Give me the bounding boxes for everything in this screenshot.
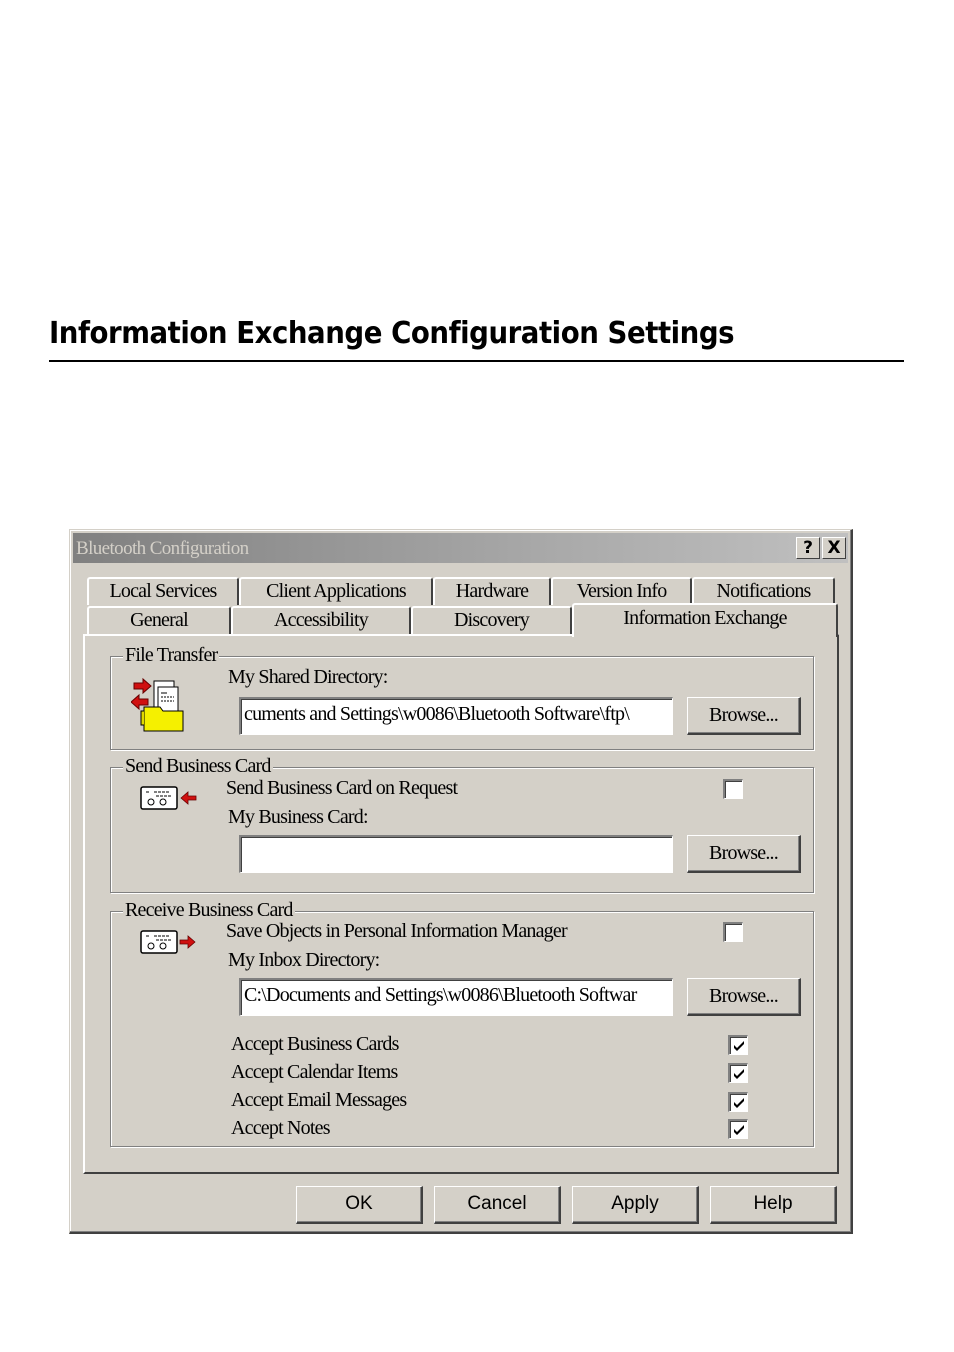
shared-directory-input[interactable]: cuments and Settings\w0086\Bluetooth Sof…	[239, 697, 673, 735]
tab-information-exchange[interactable]: Information Exchange	[572, 603, 838, 637]
tab-notifications[interactable]: Notifications	[692, 577, 835, 605]
checkmark-icon	[734, 1098, 744, 1108]
accept-email-messages-label: Accept Email Messages	[231, 1089, 407, 1111]
bluetooth-configuration-dialog: Bluetooth Configuration ? X Local Servic…	[69, 529, 853, 1234]
accept-email-messages-checkbox[interactable]	[728, 1092, 748, 1112]
heading-divider	[49, 360, 904, 362]
file-transfer-folder-icon	[131, 677, 184, 732]
dialog-title: Bluetooth Configuration	[76, 538, 249, 559]
tab-client-applications[interactable]: Client Applications	[239, 577, 433, 605]
accept-calendar-items-checkbox[interactable]	[728, 1063, 748, 1083]
inbox-directory-input[interactable]: C:\Documents and Settings\w0086\Bluetoot…	[239, 978, 673, 1016]
ok-button[interactable]: OK	[296, 1186, 423, 1224]
send-on-request-checkbox[interactable]	[723, 779, 743, 799]
tab-hardware[interactable]: Hardware	[433, 577, 551, 605]
accept-notes-label: Accept Notes	[231, 1117, 331, 1139]
apply-button[interactable]: Apply	[572, 1186, 699, 1224]
accept-notes-checkbox[interactable]	[728, 1119, 748, 1139]
receive-business-card-icon	[140, 930, 196, 954]
send-business-card-group: Send Business Card Send Business Card on…	[110, 755, 814, 893]
file-transfer-group-label: File Transfer	[123, 644, 220, 666]
tab-local-services[interactable]: Local Services	[87, 577, 239, 605]
cancel-button[interactable]: Cancel	[434, 1186, 561, 1224]
checkmark-icon	[734, 1125, 744, 1135]
file-transfer-group: File Transfer My Shared Directory: cumen…	[110, 644, 814, 750]
accept-business-cards-label: Accept Business Cards	[231, 1033, 399, 1055]
information-exchange-panel: File Transfer My Shared Directory: cumen…	[83, 634, 839, 1174]
accept-business-cards-checkbox[interactable]	[728, 1035, 748, 1055]
title-bar[interactable]: Bluetooth Configuration ? X	[73, 533, 848, 563]
tab-version-info[interactable]: Version Info	[551, 577, 692, 605]
my-business-card-input[interactable]	[239, 835, 673, 873]
accept-calendar-items-label: Accept Calendar Items	[231, 1061, 398, 1083]
my-business-card-label: My Business Card:	[228, 806, 369, 828]
receive-business-card-group-label: Receive Business Card	[123, 899, 295, 921]
tab-discovery[interactable]: Discovery	[411, 606, 572, 634]
close-title-button[interactable]: X	[822, 537, 846, 559]
save-pim-label: Save Objects in Personal Information Man…	[226, 920, 568, 942]
checkmark-icon	[734, 1069, 744, 1079]
inbox-directory-label: My Inbox Directory:	[228, 949, 380, 971]
help-title-button[interactable]: ?	[796, 537, 820, 559]
shared-directory-label: My Shared Directory:	[228, 666, 388, 688]
inbox-directory-browse-button[interactable]: Browse...	[687, 978, 801, 1016]
send-on-request-label: Send Business Card on Request	[226, 777, 458, 799]
page-heading: Information Exchange Configuration Setti…	[49, 316, 735, 351]
send-business-card-group-label: Send Business Card	[123, 755, 273, 777]
checkmark-icon	[734, 1041, 744, 1051]
help-button[interactable]: Help	[710, 1186, 837, 1224]
shared-directory-browse-button[interactable]: Browse...	[687, 697, 801, 735]
tab-accessibility[interactable]: Accessibility	[231, 606, 411, 634]
receive-business-card-group: Receive Business Card Save Objects in Pe…	[110, 899, 814, 1147]
tab-general[interactable]: General	[87, 606, 231, 634]
send-business-card-icon	[140, 786, 197, 810]
my-business-card-browse-button[interactable]: Browse...	[687, 835, 801, 873]
save-pim-checkbox[interactable]	[723, 922, 743, 942]
